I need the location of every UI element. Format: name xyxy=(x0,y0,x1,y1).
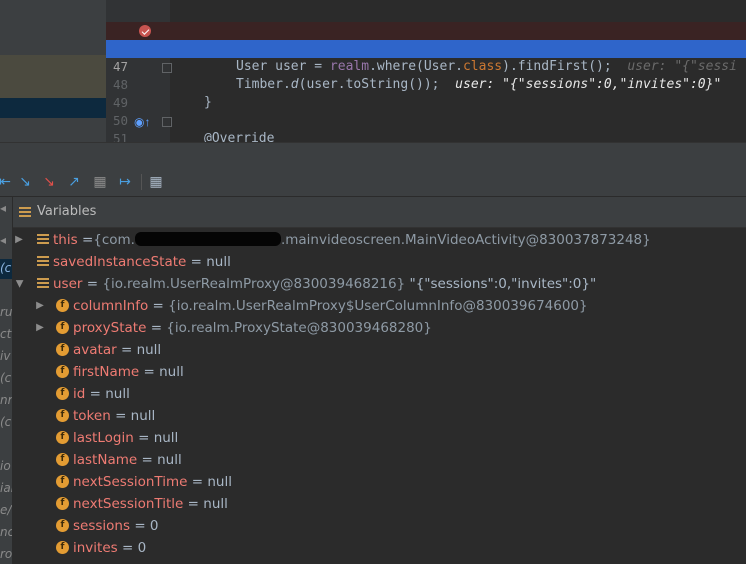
variables-icon xyxy=(19,207,31,217)
project-panel xyxy=(0,0,106,142)
frame-fragment: (c xyxy=(0,415,12,429)
field-f-icon: f xyxy=(56,387,69,400)
variables-panel: Variables ▶ this ={com. .mainvideoscreen.… xyxy=(13,197,746,564)
code-line-45[interactable]: 45 realm = Realm.getDefaultInstance(); xyxy=(106,4,746,56)
frame-fragment: ◂ xyxy=(0,201,7,215)
field-icon xyxy=(37,256,49,266)
variable-row-user[interactable]: ▶ user = {io.realm.UserRealmProxy@830039… xyxy=(13,273,746,295)
toolbar-separator xyxy=(141,174,142,190)
variables-title: Variables xyxy=(37,204,97,219)
variable-row-firstName[interactable]: f firstName = null xyxy=(13,361,746,383)
field-f-icon: f xyxy=(56,431,69,444)
variable-row-lastName[interactable]: f lastName = null xyxy=(13,449,746,471)
variable-row-id[interactable]: f id = null xyxy=(13,383,746,405)
fold-marker-icon[interactable] xyxy=(162,63,172,73)
field-f-icon: f xyxy=(56,343,69,356)
field-f-icon: f xyxy=(56,409,69,422)
drop-frame-icon[interactable]: ▦ xyxy=(91,173,109,191)
code-editor: 45 realm = Realm.getDefaultInstance(); 4… xyxy=(0,0,746,142)
field-f-icon: f xyxy=(56,321,69,334)
code-line-52[interactable]: 52 super.onDestroy(); xyxy=(106,130,746,142)
frame-fragment: ◂ xyxy=(0,233,7,247)
expand-arrow-icon[interactable]: ▶ xyxy=(34,317,46,339)
breakpoint-icon[interactable] xyxy=(139,25,151,37)
frames-panel[interactable]: ◂ ◂ (c ru ct iv (c nr (c io iar e/ nc ro xyxy=(0,197,13,564)
fold-marker-icon[interactable] xyxy=(162,117,172,127)
collapse-arrow-icon[interactable]: ▶ xyxy=(8,278,30,290)
code-line-48[interactable]: 48 } xyxy=(106,58,746,110)
step-out-icon[interactable]: ↗ xyxy=(65,173,83,191)
field-f-icon: f xyxy=(56,365,69,378)
frame-fragment: iar xyxy=(0,481,12,495)
frame-fragment: (c xyxy=(0,371,12,385)
field-f-icon: f xyxy=(56,519,69,532)
frame-fragment: nr xyxy=(0,393,12,407)
field-f-icon: f xyxy=(56,497,69,510)
code-line-46[interactable]: 46 User user = realm.where(User.class).f… xyxy=(106,22,746,74)
variable-row-proxyState[interactable]: ▶ f proxyState = {io.realm.ProxyState@83… xyxy=(13,317,746,339)
redacted-block xyxy=(134,232,281,246)
variable-row-columnInfo[interactable]: ▶ f columnInfo = {io.realm.UserRealmProx… xyxy=(13,295,746,317)
variable-row-nextSessionTitle[interactable]: f nextSessionTitle = null xyxy=(13,493,746,515)
frame-fragment: nc xyxy=(0,525,12,539)
variable-row-savedInstanceState[interactable]: savedInstanceState = null xyxy=(13,251,746,273)
field-f-icon: f xyxy=(56,299,69,312)
field-f-icon: f xyxy=(56,475,69,488)
debug-panel-header xyxy=(0,142,746,170)
evaluate-expression-icon[interactable]: ▦ xyxy=(147,173,165,191)
frame-fragment: io xyxy=(0,459,11,473)
force-step-into-icon[interactable]: ↘ xyxy=(40,173,58,191)
variable-row-nextSessionTime[interactable]: f nextSessionTime = null xyxy=(13,471,746,493)
frame-fragment: (c xyxy=(0,261,12,275)
variable-row-sessions[interactable]: f sessions = 0 xyxy=(13,515,746,537)
frame-fragment: e/ xyxy=(0,503,12,517)
expand-arrow-icon[interactable]: ▶ xyxy=(13,229,25,251)
field-f-icon: f xyxy=(56,541,69,554)
variable-row-token[interactable]: f token = null xyxy=(13,405,746,427)
frame-fragment: ro xyxy=(0,547,12,561)
override-method-icon[interactable]: ◉↑ xyxy=(134,115,152,129)
variable-row-avatar[interactable]: f avatar = null xyxy=(13,339,746,361)
frame-fragment: ct xyxy=(0,327,12,341)
field-f-icon: f xyxy=(56,453,69,466)
run-to-cursor-icon[interactable]: ↦ xyxy=(116,173,134,191)
variable-row-this[interactable]: ▶ this ={com. .mainvideoscreen.MainVideoA… xyxy=(13,229,746,251)
code-line-51[interactable]: 51 protected void onDestroy() { xyxy=(106,112,746,142)
field-icon xyxy=(37,234,49,244)
expand-arrow-icon[interactable]: ▶ xyxy=(34,295,46,317)
frame-fragment: iv xyxy=(0,349,11,363)
show-execution-point-icon[interactable]: ⇤ xyxy=(0,173,14,191)
debug-toolbar: ⇤ ↘ ↘ ↗ ▦ ↦ ▦ xyxy=(0,169,746,197)
code-line-50[interactable]: 50 @Override xyxy=(106,94,746,142)
step-over-icon[interactable]: ↘ xyxy=(16,173,34,191)
code-line-49[interactable]: 49 xyxy=(106,76,746,110)
field-icon xyxy=(37,278,49,288)
variable-row-lastLogin[interactable]: f lastLogin = null xyxy=(13,427,746,449)
frame-fragment: ru xyxy=(0,305,12,319)
variable-row-invites[interactable]: f invites = 0 xyxy=(13,537,746,559)
code-line-47-current[interactable]: 47 Timber.d(user.toString()); user: "{"s… xyxy=(106,40,746,92)
variables-header: Variables xyxy=(13,197,746,228)
